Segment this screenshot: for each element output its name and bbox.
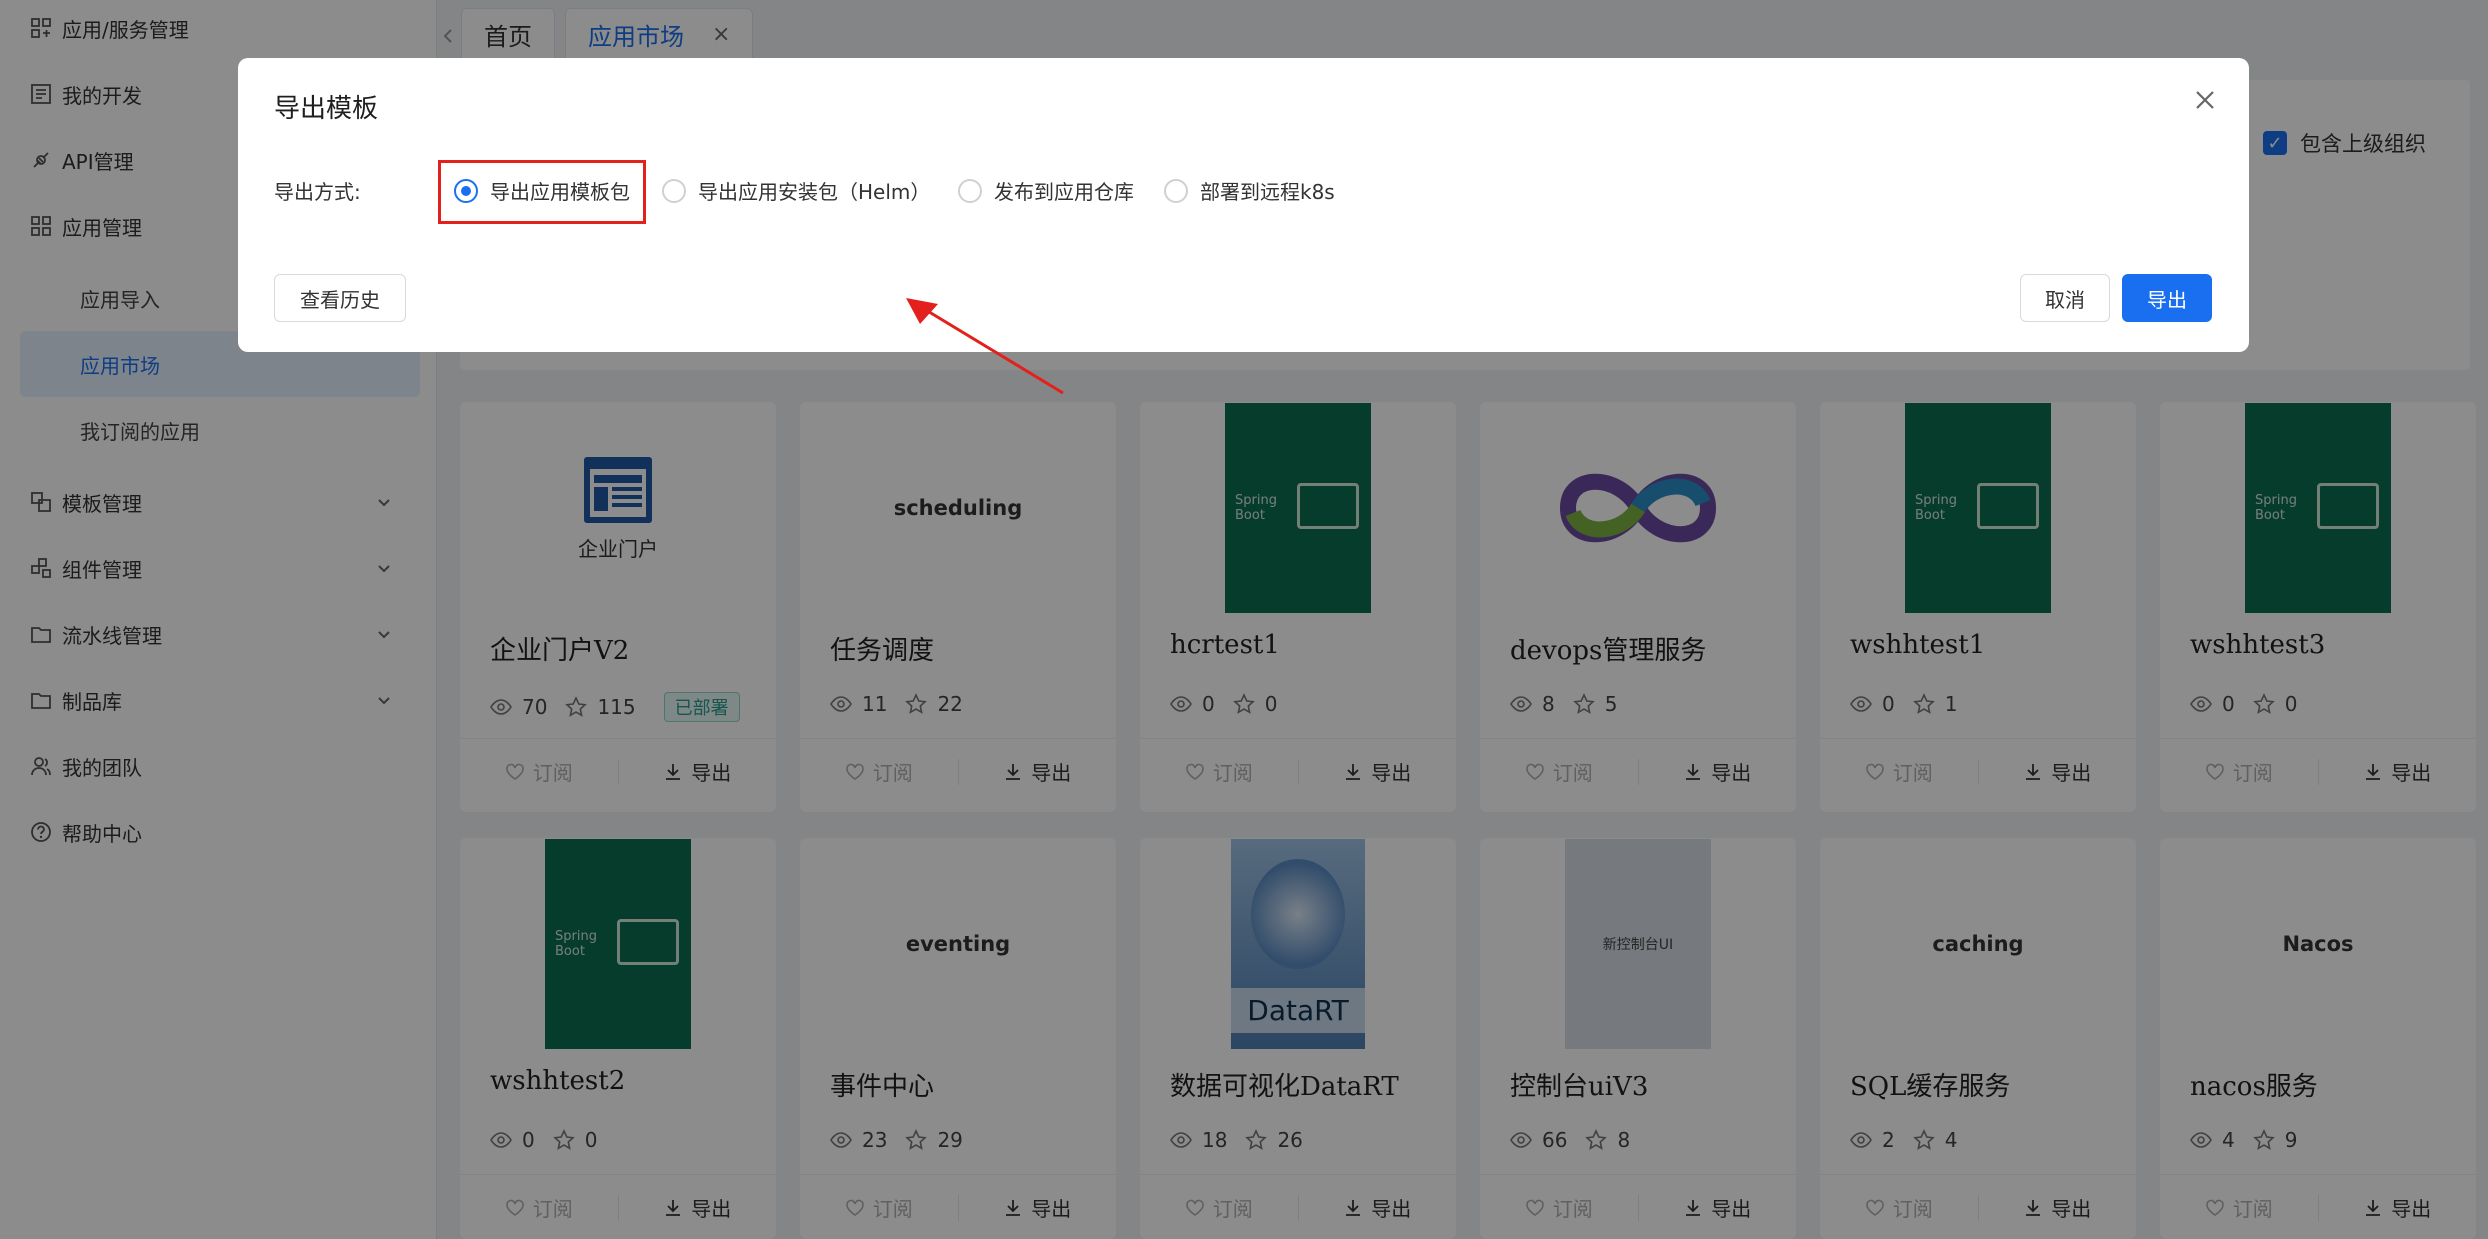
- export-template-modal: 导出模板 导出方式: 导出应用模板包 导出应用安装包（Helm） 发布到应用仓库…: [238, 58, 2249, 395]
- radio-label: 部署到远程k8s: [1200, 180, 1335, 204]
- cancel-button[interactable]: 取消: [2020, 274, 2110, 322]
- radio-label: 导出应用安装包（Helm）: [698, 180, 931, 204]
- close-icon[interactable]: [2191, 86, 2219, 114]
- radio-export-install-package-helm[interactable]: 导出应用安装包（Helm）: [662, 176, 930, 205]
- annotation-arrow: [906, 298, 1064, 395]
- highlight-box: [438, 160, 646, 224]
- radio-publish-to-repo[interactable]: 发布到应用仓库: [958, 176, 1134, 205]
- export-method-label: 导出方式:: [274, 180, 361, 204]
- radio-dot: [1164, 178, 1188, 203]
- export-button[interactable]: 导出: [2122, 274, 2212, 322]
- radio-dot: [958, 178, 982, 203]
- view-history-button[interactable]: 查看历史: [274, 274, 406, 322]
- radio-dot: [662, 178, 686, 203]
- radio-deploy-remote-k8s[interactable]: 部署到远程k8s: [1164, 176, 1335, 205]
- radio-label: 发布到应用仓库: [994, 180, 1134, 204]
- modal-title: 导出模板: [274, 94, 379, 124]
